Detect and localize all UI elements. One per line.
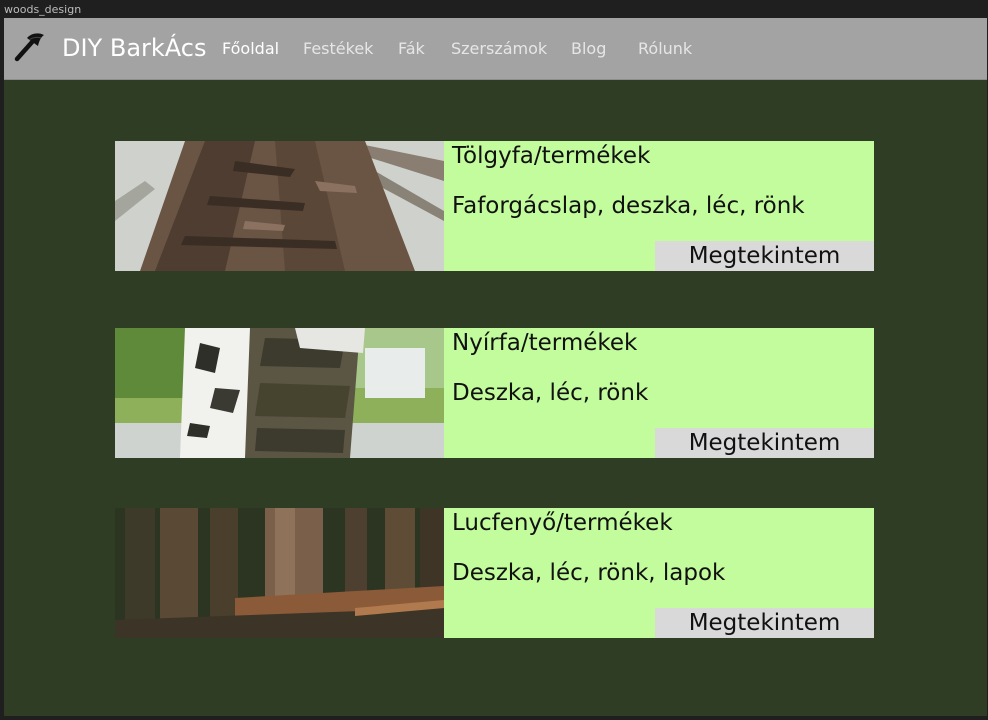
spruce-forest-photo bbox=[115, 508, 444, 638]
nav-festekek[interactable]: Festékek bbox=[303, 39, 373, 58]
card-description: Deszka, léc, rönk, lapok bbox=[452, 560, 726, 586]
card-title: Tölgyfa/termékek bbox=[452, 143, 651, 169]
product-card-spruce: Lucfenyő/termékek Deszka, léc, rönk, lap… bbox=[115, 508, 874, 638]
product-card-oak: Tölgyfa/termékek Faforgácslap, deszka, l… bbox=[115, 141, 874, 271]
oak-bark-photo bbox=[115, 141, 444, 271]
nav-fak[interactable]: Fák bbox=[398, 39, 425, 58]
view-button[interactable]: Megtekintem bbox=[655, 241, 874, 271]
window-title: woods_design bbox=[4, 3, 82, 16]
brand-name[interactable]: DIY BarkÁcs bbox=[62, 34, 206, 62]
product-card-birch: Nyírfa/termékek Deszka, léc, rönk Megtek… bbox=[115, 328, 874, 458]
nav-blog[interactable]: Blog bbox=[571, 39, 606, 58]
nav-rolunk[interactable]: Rólunk bbox=[638, 39, 692, 58]
view-button[interactable]: Megtekintem bbox=[655, 428, 874, 458]
axe-icon bbox=[14, 33, 44, 62]
card-description: Deszka, léc, rönk bbox=[452, 380, 649, 406]
card-description: Faforgácslap, deszka, léc, rönk bbox=[452, 193, 805, 219]
card-title: Lucfenyő/termékek bbox=[452, 510, 673, 536]
nav-szerszamok[interactable]: Szerszámok bbox=[451, 39, 547, 58]
view-button[interactable]: Megtekintem bbox=[655, 608, 874, 638]
birch-trunk-photo bbox=[115, 328, 444, 458]
navbar: DIY BarkÁcs Főoldal Festékek Fák Szerszá… bbox=[4, 18, 987, 80]
page-frame: DIY BarkÁcs Főoldal Festékek Fák Szerszá… bbox=[4, 18, 987, 716]
nav-fooldal[interactable]: Főoldal bbox=[222, 39, 279, 58]
card-title: Nyírfa/termékek bbox=[452, 330, 638, 356]
